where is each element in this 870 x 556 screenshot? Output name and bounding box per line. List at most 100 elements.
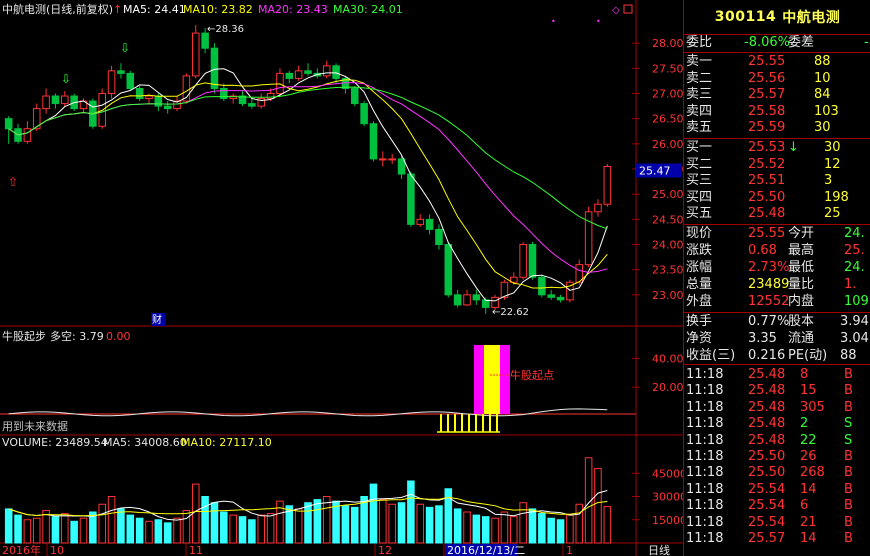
ask-volume: 103 (814, 103, 839, 119)
candle-up (266, 93, 275, 100)
ask-level-label: 卖一 (686, 54, 713, 69)
tick-time: 11:18 (686, 465, 724, 481)
signal-dot-icon: • (596, 17, 601, 26)
tick-price: 25.48 (748, 432, 786, 448)
quote-header: 300114 中航电测 (684, 0, 870, 35)
kline-chart-area[interactable]: 28.0027.5027.0026.5026.0025.5025.0024.50… (0, 0, 683, 556)
diamond-icon[interactable]: ◇ (612, 5, 620, 16)
ask-price: 25.56 (748, 70, 786, 86)
indicator-line (8, 408, 608, 417)
ask-row[interactable]: 卖一 25.55 88 (684, 53, 870, 71)
candle-up (23, 128, 32, 142)
volume-bar-down (201, 496, 209, 544)
candle-up (379, 158, 387, 161)
indicator-value: 0.00 (106, 330, 131, 343)
candle-up (463, 294, 471, 306)
bid-row[interactable]: 买三 25.51 3 (684, 172, 870, 190)
ask-price: 25.59 (748, 120, 786, 135)
candle-up (145, 95, 153, 100)
ask-row[interactable]: 卖五 25.59 30 (684, 119, 870, 137)
ask-row[interactable]: 卖三 25.57 84 (684, 86, 870, 104)
bid-row[interactable]: 买四 25.50 198 (684, 189, 870, 207)
candle-up (191, 32, 200, 77)
stat-value: 109 (844, 294, 869, 309)
finance-report-marker-text: 财 (152, 313, 162, 326)
bid-row[interactable]: 买一 25.53 30 ↓ (684, 139, 870, 157)
candle-down (435, 228, 443, 245)
stat-label: PE(动) (788, 348, 828, 363)
tick-time: 11:18 (686, 383, 724, 399)
maximize-icon[interactable] (623, 4, 633, 14)
candle-down (135, 87, 144, 100)
volume-bar-down (163, 522, 172, 544)
ask-level-label: 卖四 (686, 103, 713, 119)
tick-time: 11:18 (686, 367, 724, 382)
volume-bar-up (23, 519, 32, 544)
candle-down (201, 32, 209, 49)
volume-bar-down (407, 480, 415, 544)
stat-value: 3.35 (748, 331, 777, 346)
volume-bar-down (51, 516, 60, 544)
tick-price: 25.50 (748, 449, 786, 464)
tick-volume: 14 (800, 481, 817, 497)
tick-trade-row: 11:18 25.48 15 B (684, 382, 870, 400)
stat-label: 涨幅 (686, 260, 713, 275)
bid-row[interactable]: 买五 25.48 25 (684, 205, 870, 223)
indicator-value-label: 多空: 3.79 (50, 329, 104, 343)
volume-bar-down (556, 519, 565, 544)
weicha-label: 委差 (788, 35, 815, 50)
candlestick-series (4, 25, 612, 314)
tick-side: B (844, 531, 853, 546)
down-arrow-signal-icon: ⇩ (120, 41, 130, 55)
bid-volume: 25 (824, 206, 841, 221)
volume-label: VOLUME: 23489.54 (2, 436, 108, 449)
up-arrow-icon: ↑ (113, 3, 122, 16)
tick-volume: 26 (800, 449, 817, 464)
tick-side: B (844, 383, 853, 399)
stat-label: 最低 (788, 260, 815, 275)
candle-down (528, 244, 537, 278)
candle-up (322, 65, 331, 77)
bid-row[interactable]: 买二 25.52 12 (684, 156, 870, 174)
tick-volume: 8 (800, 367, 809, 382)
ask-row[interactable]: 卖二 25.56 10 (684, 70, 870, 88)
volume-bar-down (397, 502, 406, 544)
tick-time: 11:18 (686, 531, 724, 546)
tick-trade-row: 11:18 25.50 26 B (684, 448, 870, 466)
stat-value: 25.55 (748, 226, 786, 241)
candle-up (42, 95, 50, 110)
candle-down (407, 173, 415, 225)
volume-bar-down (332, 500, 340, 544)
ask-volume: 30 (814, 120, 831, 135)
stat-label: 涨跌 (686, 243, 713, 258)
bid-volume: 198 (824, 189, 849, 205)
period-button[interactable]: 日线 (648, 543, 670, 556)
tick-price: 25.54 (748, 514, 786, 530)
volume-bar-up (257, 514, 266, 544)
tick-volume: 2 (800, 416, 809, 432)
volume-bar-down (4, 508, 13, 544)
candle-down (538, 276, 546, 296)
volume-bar-down (248, 519, 256, 544)
price-tick-label: 28.00 (652, 37, 683, 50)
tick-side: B (844, 367, 853, 382)
signal-text: 牛股起点 (510, 368, 554, 382)
up-arrow-signal-icon: ⇧ (8, 175, 18, 189)
volume-panel: VOLUME: 23489.54MA5: 34008.60MA10: 27117… (2, 436, 683, 544)
stat-value: 0.216 (748, 348, 786, 363)
volume-tick-label: 45000 (652, 467, 683, 480)
tick-volume: 6 (800, 498, 809, 514)
ask-row[interactable]: 卖四 25.58 103 (684, 103, 870, 121)
bid-price: 25.51 (748, 173, 786, 188)
stat-label: 收益(三) (686, 348, 736, 363)
volume-bar-up (98, 503, 106, 544)
bid-price: 25.53 (748, 140, 786, 155)
ask-level-label: 卖三 (686, 87, 713, 102)
bid-level-label: 买一 (686, 140, 713, 155)
volume-bar-down (126, 514, 135, 544)
tick-side: B (844, 514, 853, 530)
tick-side: B (844, 449, 853, 464)
stat-value: 1. (844, 277, 857, 292)
stat-label: 现价 (686, 226, 713, 241)
last-price-tag-text: 25.47 (639, 165, 671, 178)
